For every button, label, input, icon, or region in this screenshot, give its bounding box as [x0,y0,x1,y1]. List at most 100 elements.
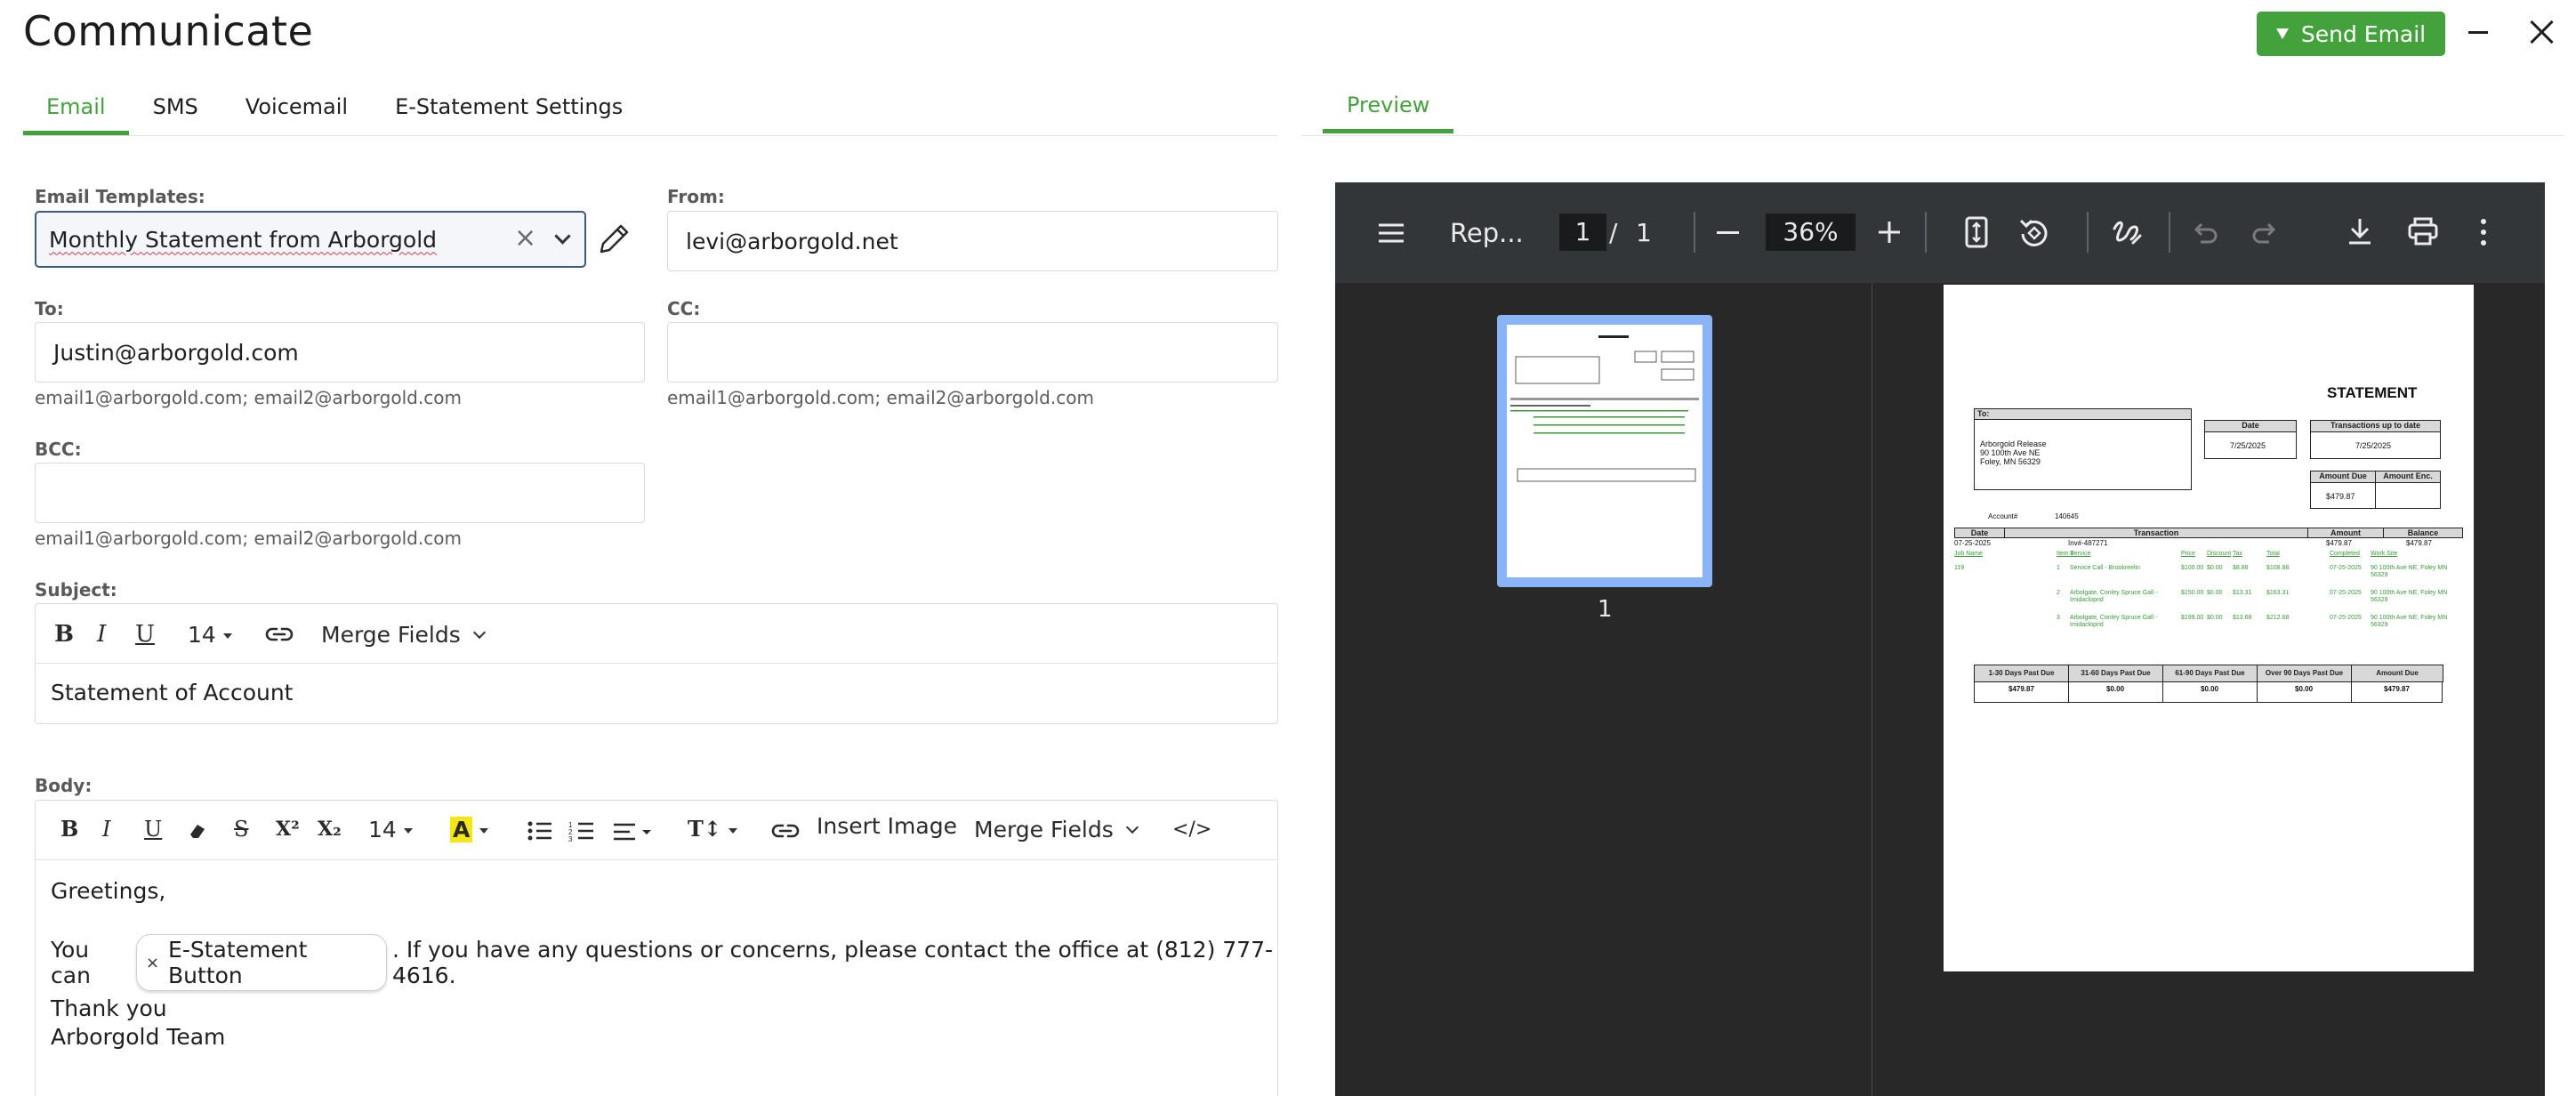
toolbar-separator [1694,212,1695,253]
tabs-divider [23,135,1277,136]
transactions-date-box: Transactions up to date 7/25/2025 [2310,420,2441,459]
page-number-input[interactable]: 1 [1559,214,1606,251]
align-icon[interactable] [612,822,651,842]
detail-header-total: Total [2266,551,2280,557]
aging-header-2: 31-60 Days Past Due [2068,665,2163,682]
svg-text:3: 3 [568,835,573,842]
detail-row-1-discount: $0.00 [2207,565,2223,571]
bcc-label: BCC: [35,439,82,460]
amount-enc-header: Amount Enc. [2375,471,2441,483]
zoom-in-icon[interactable] [1878,221,1901,244]
underline-button[interactable]: U [144,816,162,842]
menu-icon[interactable] [1377,222,1405,244]
cc-label: CC: [667,298,701,319]
tab-e-statement-settings[interactable]: E-Statement Settings [395,85,623,135]
link-icon[interactable] [265,624,294,645]
subject-input[interactable]: Statement of Account [51,680,294,705]
close-icon[interactable] [2529,20,2554,44]
more-options-icon[interactable] [2480,218,2487,246]
download-icon[interactable] [2347,217,2373,246]
bold-button[interactable]: B [54,621,74,648]
chevron-down-icon[interactable] [554,228,571,245]
thumbnail-page [1507,325,1703,577]
merge-fields-dropdown[interactable]: Merge Fields [974,817,1139,843]
to-field[interactable]: Justin@arborgold.com [35,322,645,383]
row-balance: $479.87 [2406,539,2432,547]
insert-image-button[interactable]: Insert Image [817,813,957,840]
aging-header-1: 1-30 Days Past Due [1974,665,2069,682]
cc-field[interactable] [667,322,1278,383]
zoom-input[interactable]: 36% [1766,214,1856,251]
detail-header-discount: Discount [2207,551,2232,557]
to-hint: email1@arborgold.com; email2@arborgold.c… [35,387,462,408]
tab-preview[interactable]: Preview [1322,84,1454,133]
redo-icon[interactable] [2251,222,2276,244]
tab-sms[interactable]: SMS [153,85,198,135]
bullet-list-icon[interactable] [527,820,553,842]
body-greeting: Greetings, [51,878,166,904]
detail-row-3-total: $212.68 [2266,615,2290,621]
bold-button[interactable]: B [60,816,78,842]
detail-row-1-completed: 07-25-2025 [2330,565,2362,571]
highlight-icon: A [450,817,473,842]
font-size-value: 14 [188,622,216,648]
body-line: You can × E-Statement Button . If you ha… [51,934,1277,991]
numbered-list-icon[interactable]: 1 2 3 [568,820,595,842]
page-total: 1 [1636,218,1652,247]
email-template-select[interactable]: Monthly Statement from Arborgold × [35,211,586,268]
thumbnail-preview [1510,335,1699,482]
undo-icon[interactable] [2194,222,2218,244]
aging-header-3: 61-90 Days Past Due [2162,665,2258,682]
detail-row-2-item: 2 [2057,590,2060,596]
detail-header-service: Service [2070,551,2091,557]
from-label: From: [667,186,725,207]
from-field[interactable]: levi@arborgold.net [667,211,1278,271]
amount-due-value: $479.87 [2326,492,2355,501]
aging-value-1: $479.87 [2008,685,2034,693]
row-amount: $479.87 [2326,539,2352,547]
italic-button[interactable]: I [97,621,106,648]
clear-template-icon[interactable]: × [514,225,536,252]
code-view-button[interactable]: </> [1172,817,1212,843]
link-icon[interactable] [771,820,800,842]
fit-page-icon[interactable] [1965,216,1988,248]
body-label: Body: [35,775,93,796]
font-size-select[interactable]: 14 [368,817,413,843]
text-transform-button[interactable]: T↕ [688,816,737,842]
send-email-button[interactable]: Send Email [2257,12,2445,56]
underline-button[interactable]: U [135,621,155,648]
detail-row-2-discount: $0.00 [2207,590,2223,596]
font-size-select[interactable]: 14 [188,622,232,649]
address-line-3: Foley, MN 56329 [1980,457,2041,466]
amount-divider [2375,482,2376,509]
tab-voicemail[interactable]: Voicemail [246,85,348,135]
remove-chip-icon[interactable]: × [146,954,159,972]
annotate-icon[interactable] [2112,218,2142,248]
superscript-button[interactable]: X² [276,816,300,842]
italic-button[interactable]: I [102,816,110,842]
highlight-color-button[interactable]: A [450,817,489,843]
tab-email[interactable]: Email [23,85,129,135]
merge-fields-dropdown[interactable]: Merge Fields [321,622,486,649]
eraser-icon[interactable] [187,820,208,842]
detail-row-1-tax: $8.88 [2233,565,2249,571]
detail-row-3-completed: 07-25-2025 [2330,615,2362,621]
zoom-out-icon[interactable] [1717,231,1739,234]
bcc-field[interactable] [35,463,645,523]
detail-row-3-worksite: 90 100th Ave NE, Foley MN 56329 [2371,615,2448,628]
print-icon[interactable] [2408,217,2438,246]
minimize-icon[interactable] [2468,31,2488,34]
detail-row-2-price: $150.00 [2181,590,2204,596]
detail-row-3-item: 3 [2057,615,2060,621]
subject-toolbar: B I U 14 Merge Fields [36,604,1277,664]
page-thumbnail[interactable] [1497,315,1712,587]
subscript-button[interactable]: X₂ [318,816,342,842]
e-statement-merge-chip[interactable]: × E-Statement Button [135,934,387,991]
aging-table: 1-30 Days Past Due 31-60 Days Past Due 6… [1974,665,2443,703]
edit-template-icon[interactable] [594,220,633,259]
rotate-icon[interactable] [2018,217,2050,249]
aging-header-4: Over 90 Days Past Due [2257,665,2352,682]
pdf-viewer: Rep... 1 / 1 36% 1 STATEMENT To: Arborgo… [1335,182,2545,1096]
strikethrough-button[interactable]: S [234,816,248,842]
detail-row-2-worksite: 90 100th Ave NE, Foley MN 56329 [2371,590,2448,603]
